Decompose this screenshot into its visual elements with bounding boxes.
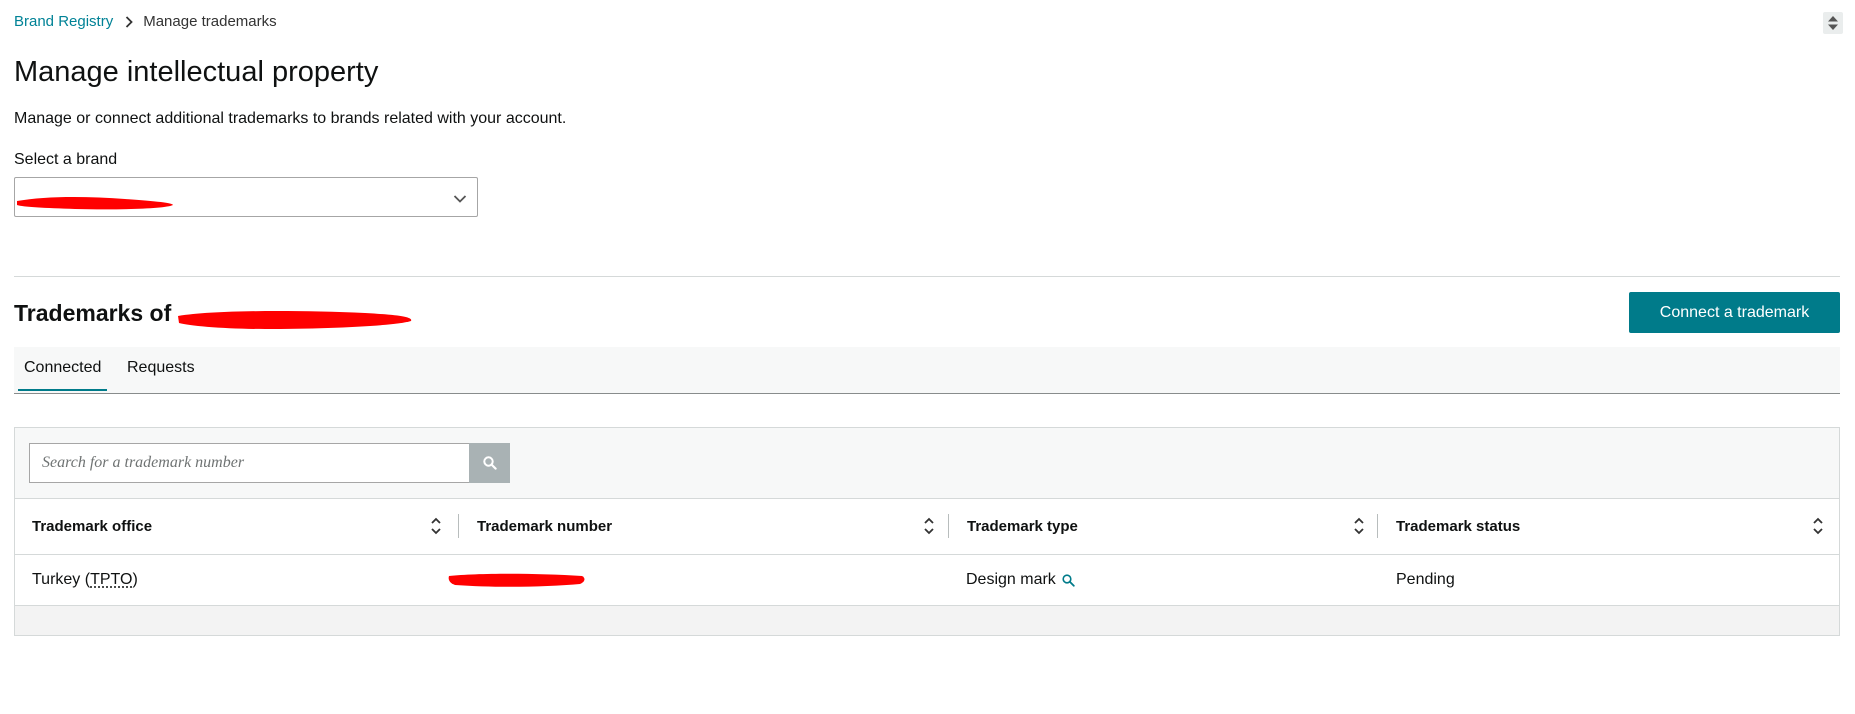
page-subtitle: Manage or connect additional trademarks …	[14, 110, 567, 127]
breadcrumb-current: Manage trademarks	[143, 13, 277, 30]
column-divider[interactable]	[458, 514, 459, 538]
tab-bar: Connected Requests	[14, 347, 1840, 394]
trademark-type: Design mark	[966, 571, 1056, 588]
table-header: Trademark office Trademark number Tradem…	[15, 499, 1839, 555]
column-header-type[interactable]: Trademark type	[967, 499, 1407, 554]
trademark-search-input[interactable]	[29, 443, 469, 483]
sort-icon[interactable]	[923, 517, 935, 535]
redaction-mark	[17, 196, 173, 210]
sort-icon[interactable]	[430, 517, 442, 535]
cell-status: Pending	[1396, 571, 1455, 588]
scroll-stepper[interactable]	[1823, 12, 1843, 34]
trademark-table: Trademark office Trademark number Tradem…	[14, 427, 1840, 636]
office-code[interactable]: TPTO	[90, 571, 132, 589]
column-header-status[interactable]: Trademark status	[1396, 499, 1826, 554]
cell-number	[447, 555, 587, 605]
tab-requests[interactable]: Requests	[127, 359, 195, 377]
breadcrumb-link-brand-registry[interactable]: Brand Registry	[14, 13, 113, 30]
office-country: Turkey	[32, 571, 81, 588]
column-divider[interactable]	[948, 514, 949, 538]
column-divider[interactable]	[1377, 514, 1378, 538]
sort-icon[interactable]	[1353, 517, 1365, 535]
table-row: Turkey (TPTO) Design mark Pending	[15, 555, 1839, 606]
brand-select[interactable]	[14, 177, 478, 217]
tab-connected[interactable]: Connected	[17, 359, 108, 391]
table-footer	[15, 606, 1839, 635]
sort-icon	[1828, 16, 1838, 30]
cell-type: Design mark	[966, 555, 1075, 605]
trademarks-title: Trademarks of	[14, 300, 172, 326]
search-icon	[482, 456, 497, 470]
table-toolbar	[15, 428, 1839, 499]
sort-icon[interactable]	[1812, 517, 1824, 535]
connect-trademark-button[interactable]: Connect a trademark	[1629, 292, 1840, 333]
chevron-right-icon	[125, 15, 133, 28]
page-title: Manage intellectual property	[14, 56, 379, 88]
column-header-office[interactable]: Trademark office	[32, 499, 462, 554]
search-button[interactable]	[469, 443, 510, 483]
magnifier-icon[interactable]	[1062, 573, 1075, 587]
brand-select-label: Select a brand	[14, 151, 118, 168]
section-divider	[14, 276, 1840, 277]
breadcrumb: Brand Registry Manage trademarks	[14, 13, 277, 30]
column-header-number[interactable]: Trademark number	[477, 499, 955, 554]
redaction-mark	[178, 311, 412, 329]
redaction-mark	[448, 573, 585, 587]
cell-office: Turkey (TPTO)	[32, 571, 138, 589]
chevron-down-icon	[453, 191, 467, 209]
